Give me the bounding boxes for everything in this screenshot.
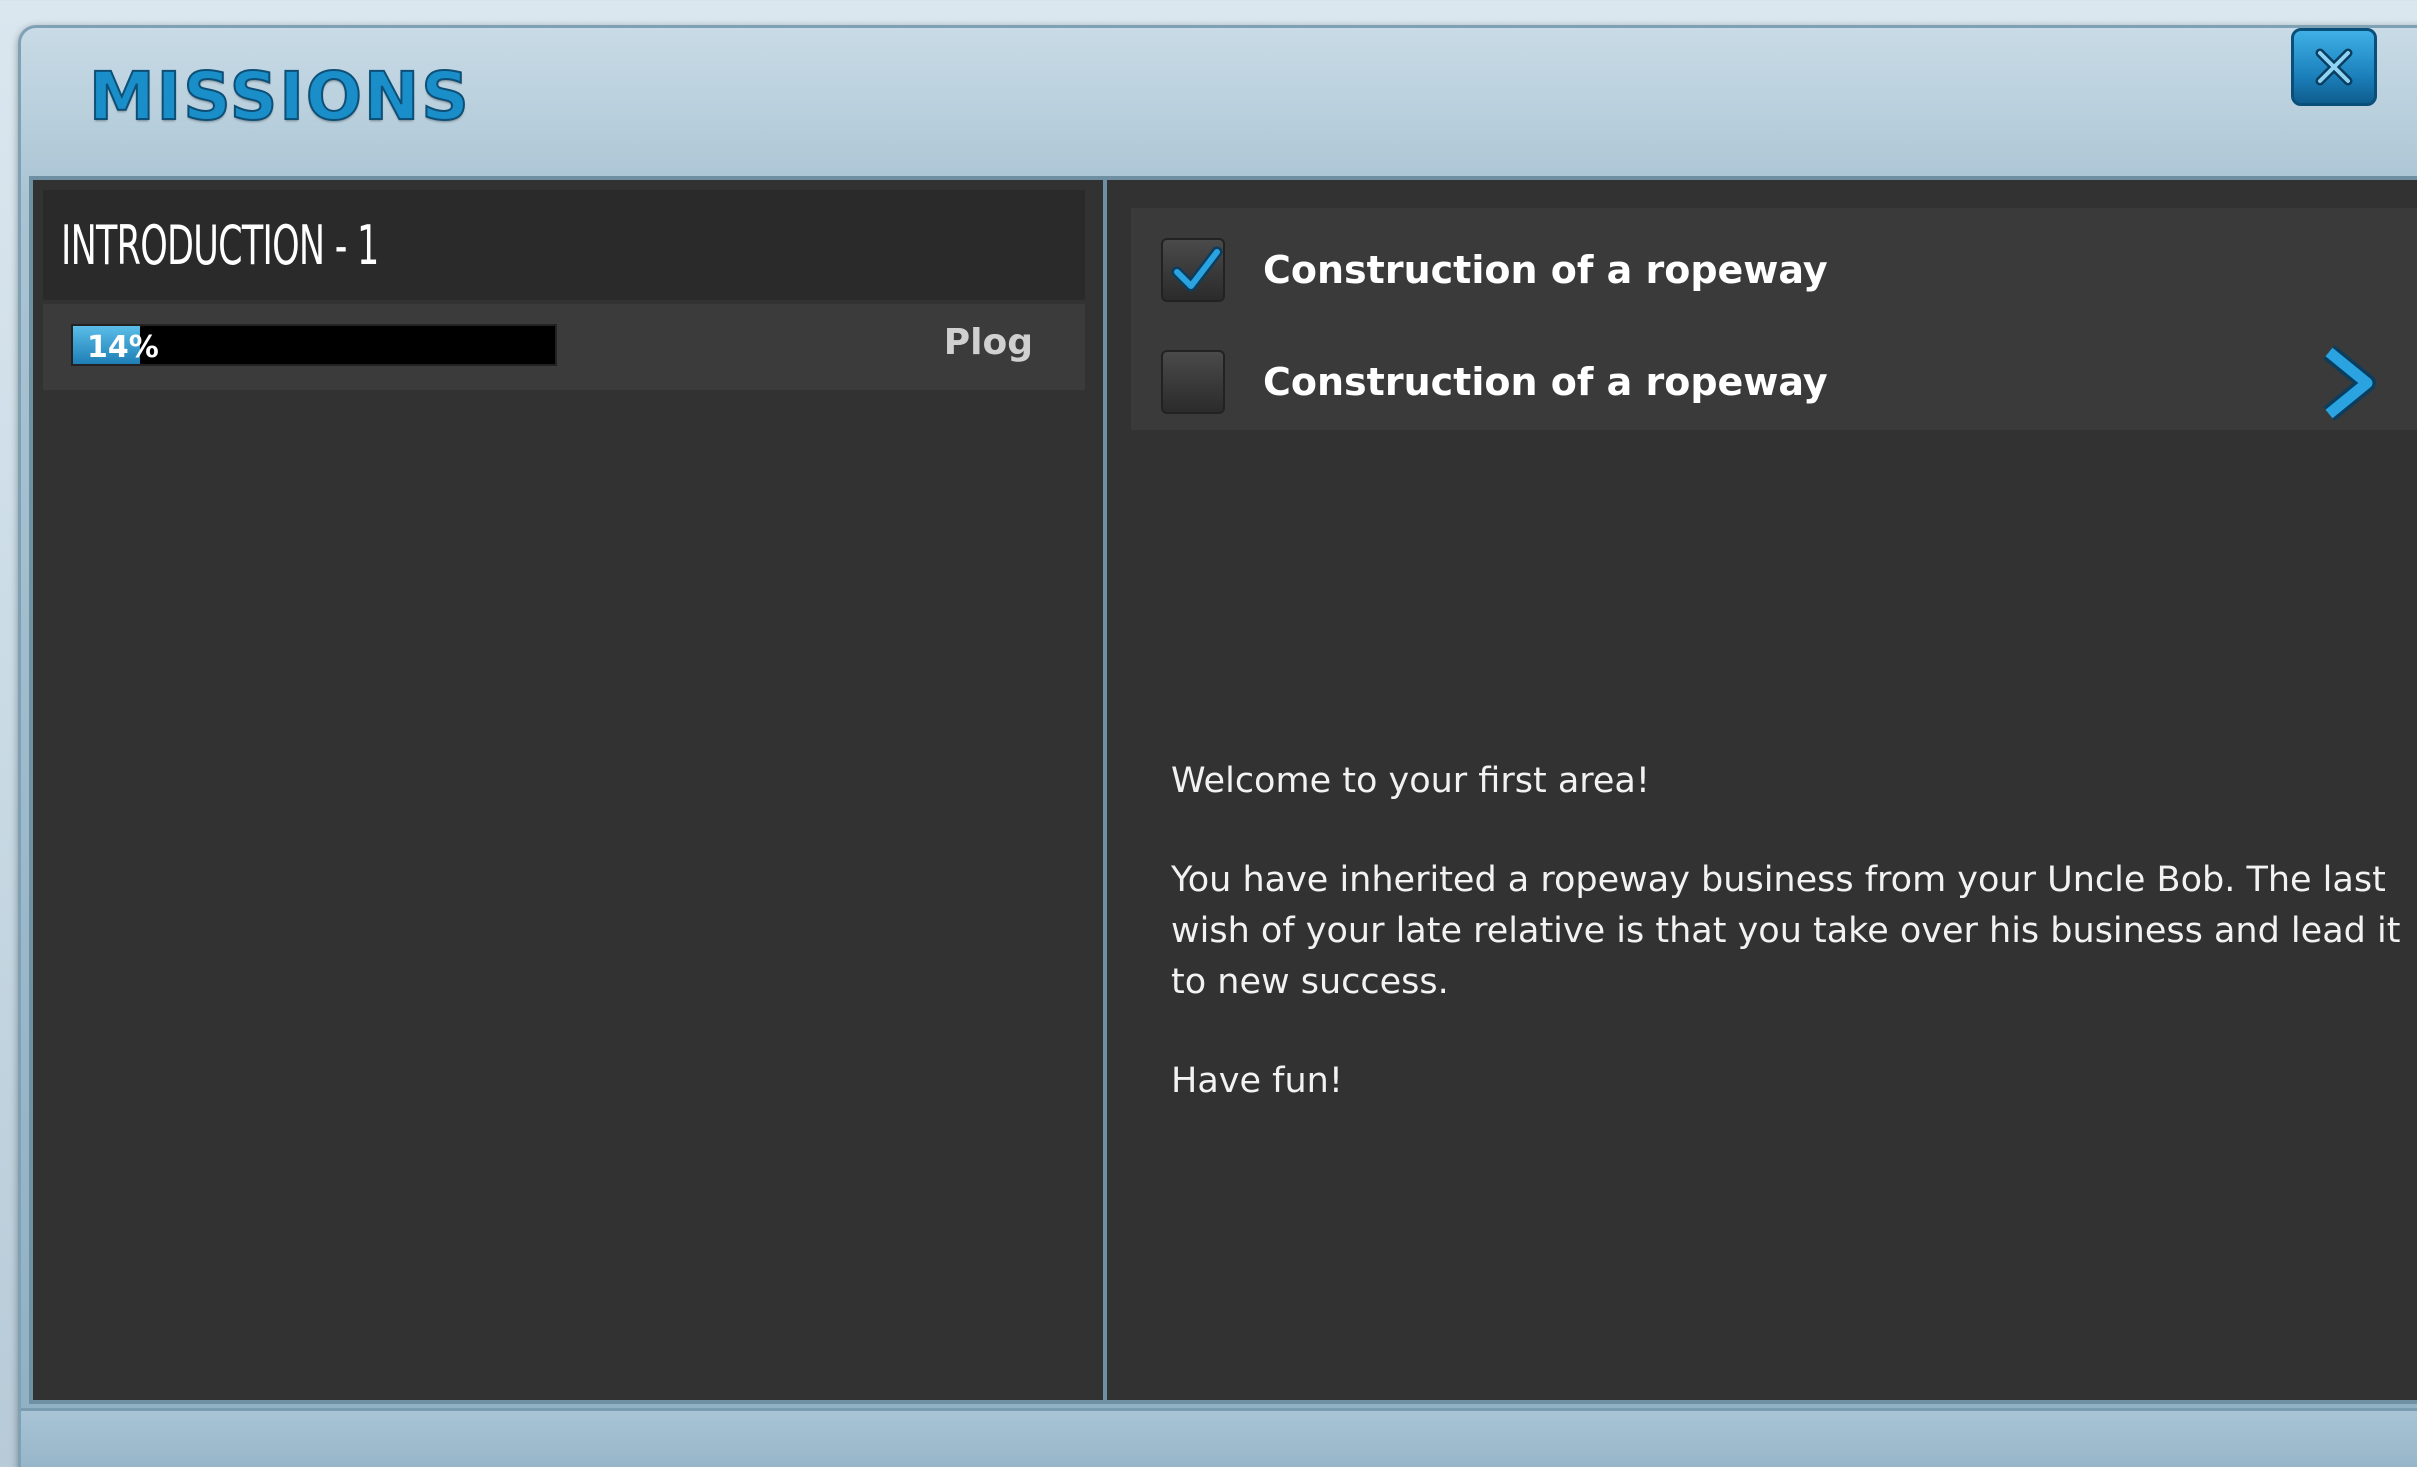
- objective-checkbox: [1161, 238, 1225, 302]
- mission-row[interactable]: 14% Plog: [43, 304, 1085, 390]
- description-closing: Have fun!: [1171, 1061, 1343, 1101]
- description-body: You have inherited a ropeway business fr…: [1171, 860, 2401, 1002]
- checkmark-icon: [1171, 246, 1223, 292]
- mission-progress-bar: 14%: [71, 324, 557, 366]
- mission-tag: Plog: [943, 322, 1033, 363]
- objective-list: Construction of a ropeway Construction o…: [1131, 208, 2417, 430]
- description-greeting: Welcome to your first area!: [1171, 761, 1650, 801]
- window-title: MISSIONS: [88, 57, 471, 136]
- objective-label: Construction of a ropeway: [1263, 248, 1828, 292]
- window-footer: [21, 1408, 2417, 1467]
- mission-title: INTRODUCTION - 1: [61, 214, 379, 277]
- close-icon: [2315, 48, 2353, 86]
- mission-progress-label: 14%: [87, 330, 159, 365]
- missions-window: MISSIONS INTRODUCTION - 1 14% Plog Const…: [18, 25, 2417, 1467]
- close-button[interactable]: [2291, 28, 2377, 106]
- objective-item[interactable]: Construction of a ropeway: [1131, 218, 2417, 318]
- chevron-right-icon[interactable]: [2315, 346, 2381, 420]
- objective-checkbox: [1161, 350, 1225, 414]
- mission-detail-panel: Construction of a ropeway Construction o…: [1103, 176, 2417, 1404]
- mission-header: INTRODUCTION - 1: [43, 190, 1085, 300]
- mission-list-panel: INTRODUCTION - 1 14% Plog: [29, 176, 1107, 1404]
- mission-description: Welcome to your first area! You have inh…: [1171, 756, 2401, 1155]
- objective-label: Construction of a ropeway: [1263, 360, 1828, 404]
- objective-item[interactable]: Construction of a ropeway: [1131, 330, 2417, 430]
